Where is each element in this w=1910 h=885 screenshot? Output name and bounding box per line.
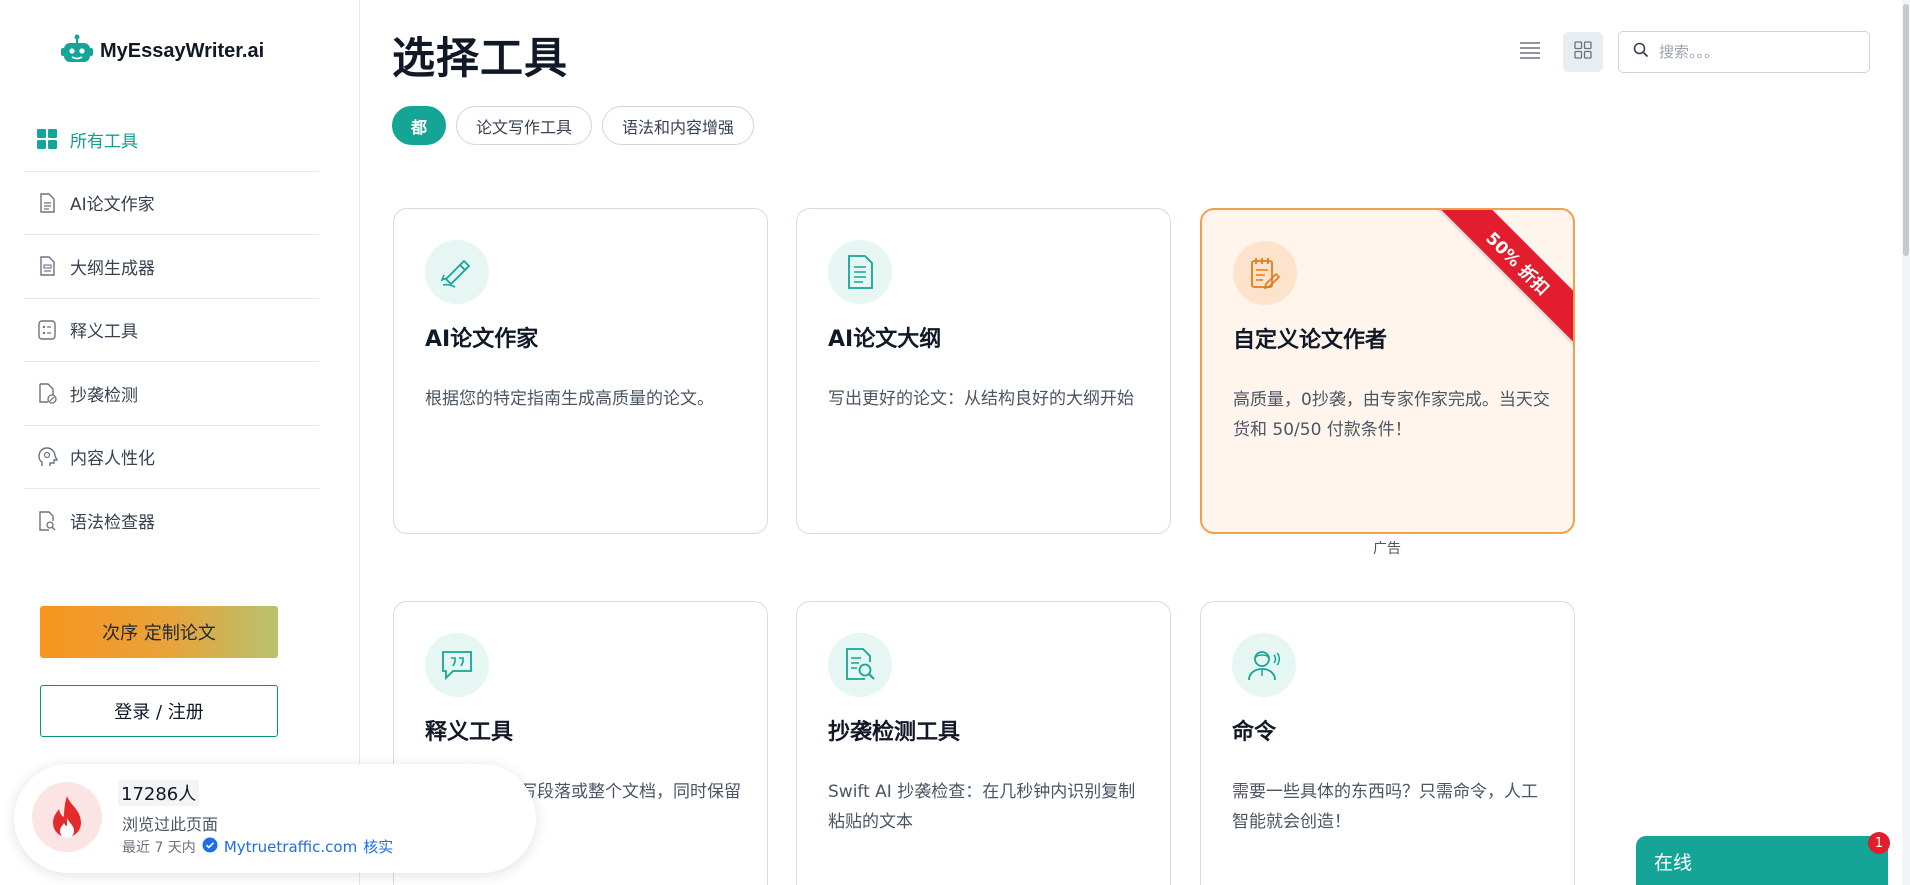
- flame-icon: [32, 782, 102, 852]
- list-icon: [36, 319, 58, 341]
- pen-hand-icon: [425, 240, 489, 304]
- sidebar-item-humanizer[interactable]: 内容人性化: [24, 426, 319, 489]
- main-content: 选择工具 都 论文写作工具 语法和内容增强 AI论文作家 根据您的特定指南生成高…: [360, 0, 1910, 885]
- tool-card-command[interactable]: 命令 需要一些具体的东西吗？只需命令，人工智能就会创造！: [1200, 601, 1575, 885]
- filter-chips: 都 论文写作工具 语法和内容增强: [392, 106, 755, 145]
- card-title: AI论文作家: [425, 327, 539, 352]
- sidebar-item-all-tools[interactable]: 所有工具: [24, 108, 319, 172]
- ad-label: 广告: [1373, 541, 1401, 557]
- agent-icon: [1232, 633, 1296, 697]
- sidebar-item-plagiarism[interactable]: 抄袭检测: [24, 362, 319, 426]
- sidebar-item-ai-essay-writer[interactable]: AI论文作家: [24, 172, 319, 235]
- sidebar-item-paraphrase[interactable]: 释义工具: [24, 299, 319, 362]
- visitor-subtitle: 浏览过此页面: [122, 815, 219, 834]
- social-proof-popup[interactable]: 17286人 浏览过此页面 最近 7 天内 Mytruetraffic.com …: [14, 764, 536, 873]
- tool-card-custom-essay-writer[interactable]: 50% 折扣 自定义论文作者 高质量，0抄袭，由专家作家完成。当天交货和 50/…: [1200, 208, 1575, 534]
- card-title: 命令: [1232, 720, 1277, 745]
- sidebar-item-label: AI论文作家: [70, 195, 155, 216]
- sidebar: MyEssayWriter.ai 所有工具 AI论文作家 大纲生成器 释义工具: [0, 0, 360, 885]
- sidebar-item-label: 大纲生成器: [70, 258, 155, 279]
- tool-card-ai-outline[interactable]: AI论文大纲 写出更好的论文：从结构良好的大纲开始: [796, 208, 1171, 534]
- head-icon: [36, 446, 58, 468]
- sidebar-nav: 所有工具 AI论文作家 大纲生成器 释义工具 抄袭检测 内容人性化 语法检查器: [24, 108, 319, 553]
- proof-period: 最近 7 天内: [122, 839, 196, 856]
- logo[interactable]: MyEssayWriter.ai: [60, 34, 264, 68]
- card-description: 需要一些具体的东西吗？只需命令，人工智能就会创造！: [1232, 782, 1538, 832]
- list-icon: [1519, 41, 1541, 63]
- search-document-icon: [36, 510, 58, 532]
- live-chat-button[interactable]: 在线: [1636, 836, 1888, 885]
- tool-card-plagiarism-checker[interactable]: 抄袭检测工具 Swift AI 抄袭检查：在几秒钟内识别复制粘贴的文本: [796, 601, 1171, 885]
- card-title: 自定义论文作者: [1233, 328, 1388, 353]
- scrollbar-thumb[interactable]: [1903, 4, 1909, 256]
- filter-essay-writing-tools[interactable]: 论文写作工具: [456, 106, 593, 145]
- sidebar-item-label: 释义工具: [70, 322, 138, 343]
- sidebar-item-label: 所有工具: [70, 131, 138, 152]
- page-title: 选择工具: [392, 34, 568, 84]
- filter-grammar-content[interactable]: 语法和内容增强: [602, 106, 755, 145]
- grid-view-toggle[interactable]: [1563, 32, 1603, 72]
- document-icon: [828, 240, 892, 304]
- card-description: 高质量，0抄袭，由专家作家完成。当天交货和 50/50 付款条件！: [1233, 390, 1550, 440]
- list-view-toggle[interactable]: [1512, 34, 1548, 70]
- quote-bubble-icon: [425, 633, 489, 697]
- grid-icon: [36, 128, 58, 150]
- sidebar-item-label: 内容人性化: [70, 449, 155, 470]
- notepad-pen-icon: [1233, 241, 1297, 305]
- card-title: 释义工具: [425, 720, 514, 745]
- document-icon: [36, 192, 58, 214]
- brand-name: MyEssayWriter.ai: [100, 39, 265, 62]
- login-register-button[interactable]: 登录 / 注册: [40, 685, 278, 737]
- check-document-icon: [36, 382, 58, 404]
- sidebar-item-label: 语法检查器: [70, 513, 155, 534]
- robot-icon: [60, 34, 94, 68]
- sidebar-item-outline-generator[interactable]: 大纲生成器: [24, 235, 319, 299]
- card-title: 抄袭检测工具: [828, 720, 961, 745]
- proof-meta: 最近 7 天内 Mytruetraffic.com 核实: [122, 836, 393, 857]
- proof-source-link[interactable]: Mytruetraffic.com: [224, 838, 357, 856]
- proof-verified-label: 核实: [363, 838, 394, 856]
- visitor-count: 17286人: [118, 780, 200, 806]
- discount-ribbon: 50% 折扣: [1435, 210, 1573, 346]
- sidebar-item-label: 抄袭检测: [70, 385, 138, 406]
- search-box: [1618, 31, 1870, 73]
- search-input[interactable]: [1659, 43, 1859, 61]
- card-description: 根据您的特定指南生成高质量的论文。: [425, 389, 714, 409]
- tool-card-ai-essay-writer[interactable]: AI论文作家 根据您的特定指南生成高质量的论文。: [393, 208, 768, 534]
- card-description: Swift AI 抄袭检查：在几秒钟内识别复制粘贴的文本: [828, 782, 1136, 832]
- grid-icon: [1574, 41, 1592, 63]
- card-title: AI论文大纲: [828, 327, 942, 352]
- sidebar-item-grammar-checker[interactable]: 语法检查器: [24, 489, 319, 553]
- chat-notification-badge: 1: [1868, 832, 1890, 854]
- magnify-document-icon: [828, 633, 892, 697]
- order-custom-essay-button[interactable]: 次序 定制论文: [40, 606, 278, 658]
- card-description: 写出更好的论文：从结构良好的大纲开始: [828, 389, 1134, 409]
- outline-icon: [36, 255, 58, 277]
- filter-all[interactable]: 都: [392, 106, 447, 145]
- search-icon: [1633, 42, 1649, 62]
- verified-check-icon: [202, 837, 218, 857]
